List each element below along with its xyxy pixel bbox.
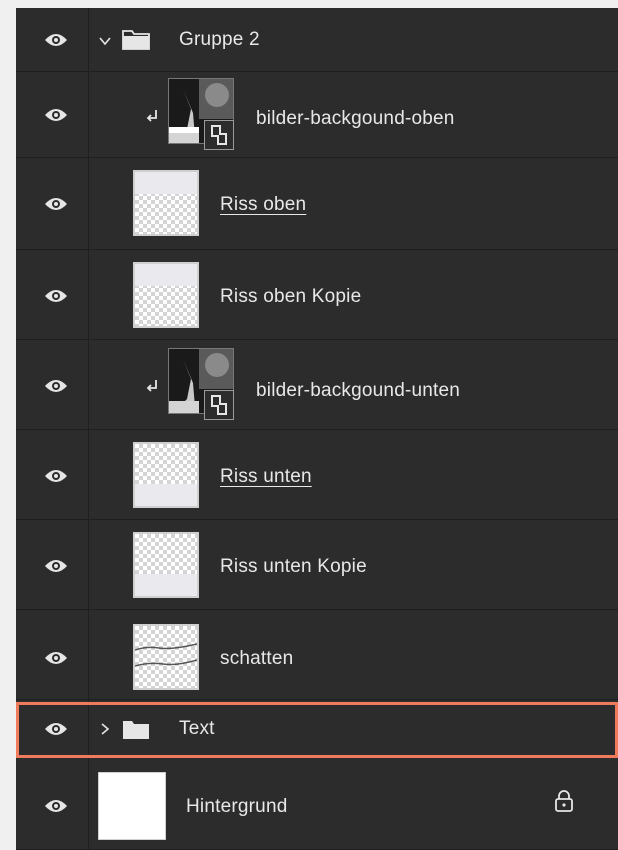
layer-name: Text	[179, 718, 215, 739]
eye-icon[interactable]	[44, 107, 68, 123]
eye-icon[interactable]	[44, 798, 68, 814]
layer-name: Riss unten	[220, 466, 312, 487]
visibility-column	[16, 430, 89, 519]
visibility-column	[16, 158, 89, 249]
layers-panel: Gruppe 2 bilder-backgound-oben Riss oben…	[16, 8, 618, 850]
layer-name: Riss oben Kopie	[220, 286, 362, 307]
layer-thumbnail	[133, 442, 199, 508]
smart-object-icon	[204, 120, 234, 150]
layer-row-gruppe-2[interactable]: Gruppe 2	[16, 8, 618, 72]
eye-icon[interactable]	[44, 468, 68, 484]
visibility-column	[16, 8, 89, 71]
layer-row-hintergrund[interactable]: Hintergrund	[16, 758, 618, 850]
layer-row-bilder-backgound-oben[interactable]: bilder-backgound-oben	[16, 72, 618, 158]
layer-thumbnail	[133, 262, 199, 328]
layer-thumbnail	[133, 532, 199, 598]
visibility-column	[16, 340, 89, 429]
eye-icon[interactable]	[44, 32, 68, 48]
chevron-down-icon[interactable]	[98, 34, 112, 48]
smart-object-icon	[204, 390, 234, 420]
folder-icon	[122, 30, 150, 50]
layer-name: Riss unten Kopie	[220, 556, 367, 577]
eye-icon[interactable]	[44, 196, 68, 212]
layer-name: Gruppe 2	[179, 29, 260, 50]
layer-row-riss-unten[interactable]: Riss unten	[16, 430, 618, 520]
layer-name: schatten	[220, 648, 294, 669]
layer-row-riss-oben[interactable]: Riss oben	[16, 158, 618, 250]
layer-thumbnail	[133, 170, 199, 236]
layer-row-bilder-backgound-unten[interactable]: bilder-backgound-unten	[16, 340, 618, 430]
layer-row-schatten[interactable]: schatten	[16, 610, 618, 700]
eye-icon[interactable]	[44, 378, 68, 394]
eye-icon[interactable]	[44, 288, 68, 304]
eye-icon[interactable]	[44, 650, 68, 666]
layer-row-riss-unten-kopie[interactable]: Riss unten Kopie	[16, 520, 618, 610]
layer-name: bilder-backgound-oben	[256, 108, 455, 129]
eye-icon[interactable]	[44, 721, 68, 737]
layer-name: bilder-backgound-unten	[256, 380, 461, 401]
visibility-column	[16, 250, 89, 339]
visibility-column	[16, 610, 89, 699]
lock-icon[interactable]	[553, 789, 575, 813]
chevron-right-icon[interactable]	[98, 722, 112, 736]
layer-row-riss-oben-kopie[interactable]: Riss oben Kopie	[16, 250, 618, 340]
clip-arrow-icon	[146, 110, 157, 122]
visibility-column	[16, 72, 89, 157]
visibility-column	[16, 520, 89, 609]
folder-icon	[123, 721, 149, 739]
visibility-column	[16, 700, 89, 757]
layer-thumbnail	[133, 624, 199, 690]
visibility-column	[16, 758, 89, 849]
layer-thumbnail	[98, 772, 166, 840]
clip-arrow-icon	[146, 380, 157, 392]
layer-name: Riss oben	[220, 194, 307, 215]
layer-name: Hintergrund	[186, 796, 288, 817]
eye-icon[interactable]	[44, 558, 68, 574]
layer-row-text[interactable]: Text	[16, 700, 618, 758]
